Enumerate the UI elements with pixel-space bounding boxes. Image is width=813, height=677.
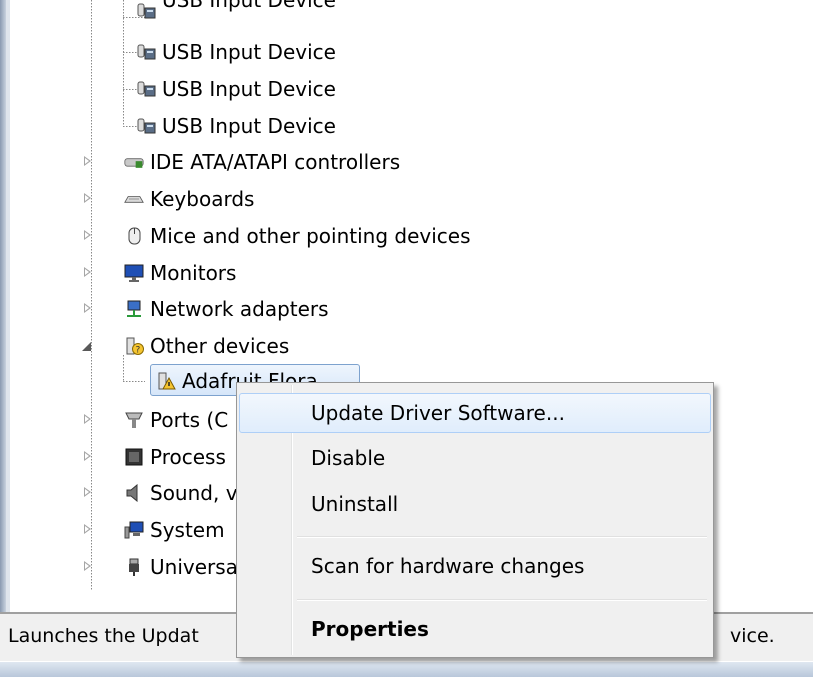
processor-icon [125, 448, 143, 466]
menu-item-label: Update Driver Software... [311, 401, 565, 425]
hid-device-icon [137, 44, 156, 60]
unknown-device-icon: ? [126, 337, 144, 356]
collapse-arrow-icon[interactable] [82, 342, 91, 351]
hid-device-icon [137, 81, 156, 97]
window-bottom-edge [0, 662, 813, 677]
expand-arrow-icon[interactable] [84, 230, 91, 240]
tree-item-label: Network adapters [150, 297, 329, 321]
tree-line [123, 355, 124, 382]
warning-device-icon [158, 372, 176, 390]
status-bar-text-end: vice. [730, 625, 775, 647]
menu-item-label: Properties [311, 617, 429, 641]
uninstall-menu-item[interactable]: Uninstall [239, 484, 711, 524]
system-device-icon [124, 521, 144, 539]
expand-arrow-icon[interactable] [84, 524, 91, 534]
properties-menu-item[interactable]: Properties [239, 609, 711, 649]
port-icon [125, 412, 143, 428]
svg-text:?: ? [136, 346, 141, 356]
tree-item-label: Process [150, 445, 226, 469]
tree-item-label: Universa [150, 555, 238, 579]
menu-separator [297, 536, 707, 538]
disable-menu-item[interactable]: Disable [239, 438, 711, 478]
menu-item-label: Uninstall [311, 492, 399, 516]
usb-icon [129, 558, 139, 576]
tree-item-label: Other devices [150, 334, 290, 358]
tree-item-label: Keyboards [150, 187, 255, 211]
expand-arrow-icon[interactable] [84, 451, 91, 461]
mouse-icon [128, 227, 141, 245]
scan-hardware-menu-item[interactable]: Scan for hardware changes [239, 546, 711, 586]
tree-item-label: USB Input Device [162, 40, 336, 64]
tree-line [91, 0, 92, 590]
hid-device-icon [137, 118, 156, 134]
tree-item-label: Monitors [150, 261, 237, 285]
status-bar-text: Launches the Updat [8, 625, 199, 647]
expand-arrow-icon[interactable] [84, 414, 91, 424]
tree-item-label: USB Input Device [162, 0, 336, 12]
expand-arrow-icon[interactable] [84, 193, 91, 203]
tree-line [123, 381, 145, 382]
context-menu[interactable]: Update Driver Software... Disable Uninst… [236, 382, 714, 658]
monitor-icon [124, 264, 144, 282]
update-driver-menu-item[interactable]: Update Driver Software... [239, 393, 711, 433]
tree-item-label: Ports (C [150, 408, 229, 432]
ide-controller-icon [124, 158, 144, 168]
tree-line [123, 0, 124, 126]
expand-arrow-icon[interactable] [84, 303, 91, 313]
tree-item-label: System [150, 518, 225, 542]
expand-arrow-icon[interactable] [84, 267, 91, 277]
expand-arrow-icon[interactable] [84, 561, 91, 571]
tree-item-label: USB Input Device [162, 114, 336, 138]
keyboard-icon [124, 196, 144, 203]
menu-item-label: Scan for hardware changes [311, 554, 585, 578]
expand-arrow-icon[interactable] [84, 156, 91, 166]
tree-item-label: IDE ATA/ATAPI controllers [150, 150, 401, 174]
menu-item-label: Disable [311, 446, 386, 470]
network-adapter-icon [127, 300, 141, 317]
menu-separator [297, 599, 707, 601]
speaker-icon [126, 484, 138, 502]
tree-item-label: Sound, v [150, 481, 238, 505]
tree-item-label: USB Input Device [162, 77, 336, 101]
tree-item-label: Mice and other pointing devices [150, 224, 471, 248]
hid-device-icon [137, 3, 156, 19]
expand-arrow-icon[interactable] [84, 487, 91, 497]
